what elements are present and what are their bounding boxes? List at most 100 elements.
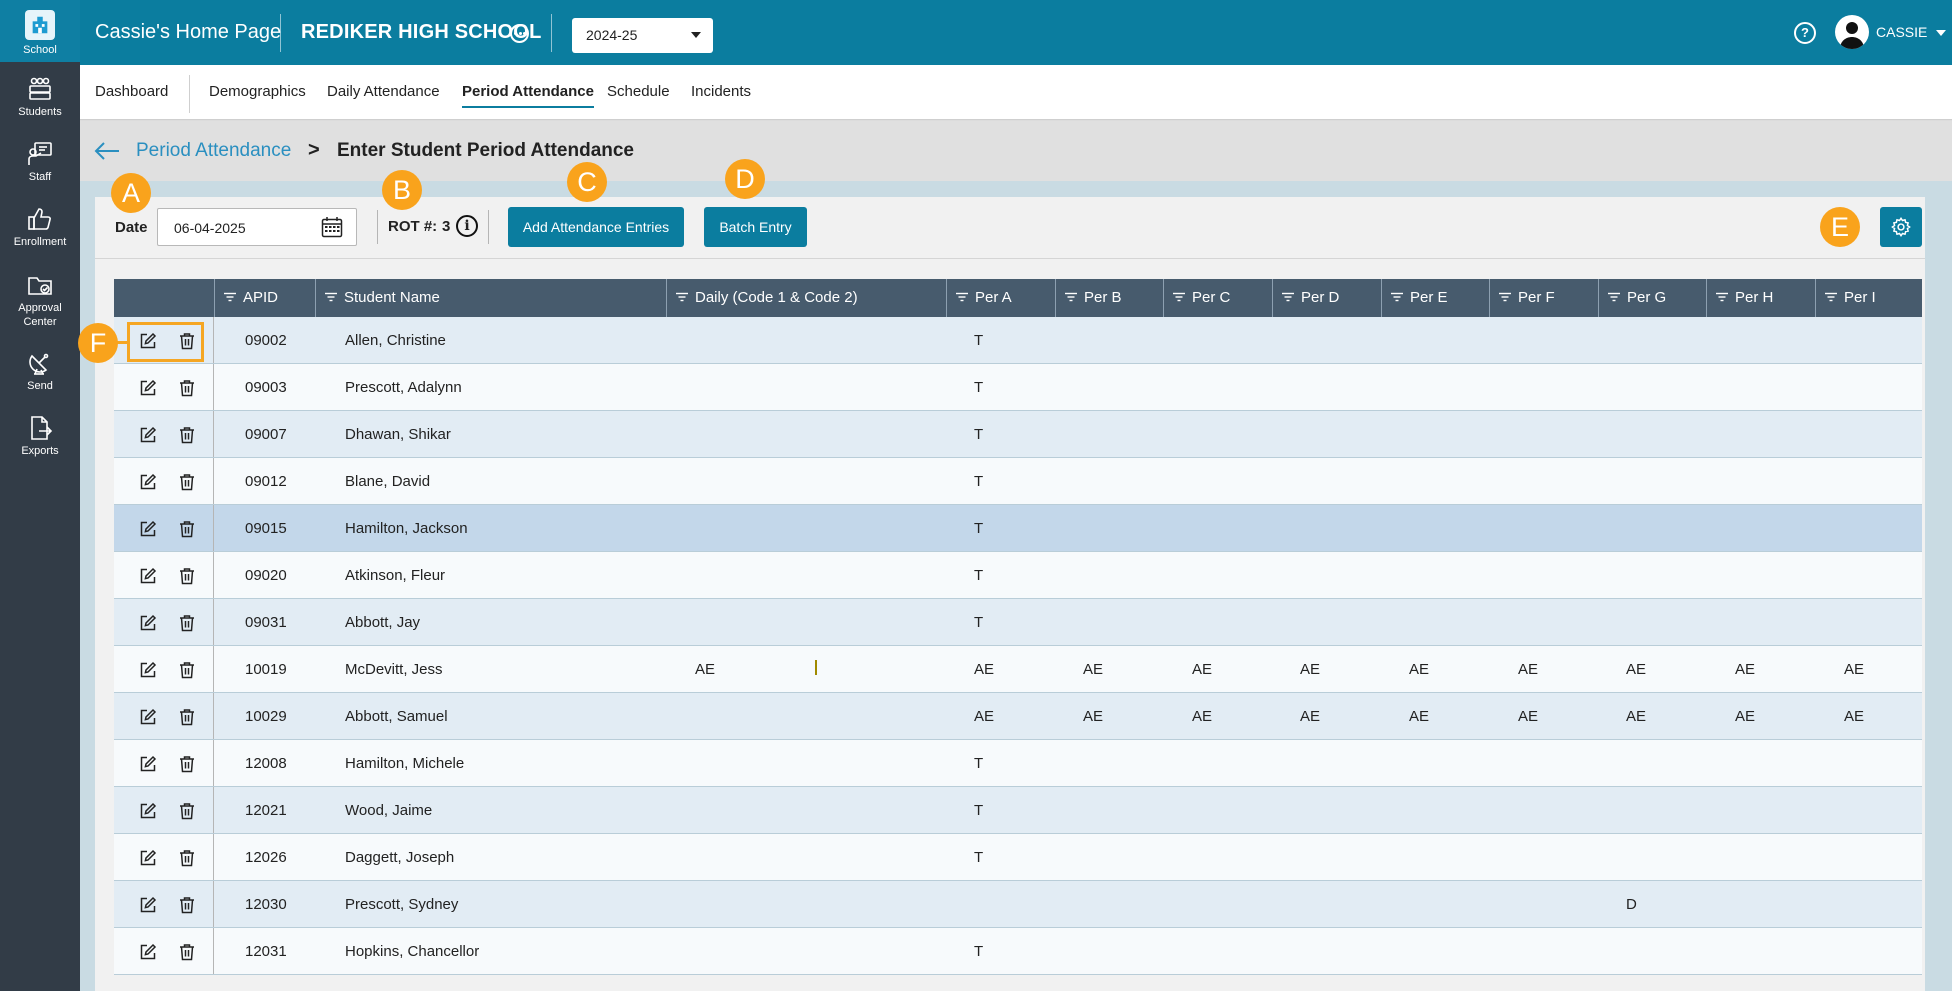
user-name[interactable]: CASSIE	[1876, 24, 1927, 40]
school-year-select[interactable]: 2024-25	[572, 18, 713, 53]
header-apid[interactable]: APID	[214, 279, 315, 317]
school-name[interactable]: REDIKER HIGH SCHOOL	[301, 21, 541, 44]
add-attendance-entries-button[interactable]: Add Attendance Entries	[508, 207, 684, 247]
edit-icon[interactable]	[139, 473, 157, 491]
trash-icon[interactable]	[178, 567, 196, 585]
trash-icon[interactable]	[178, 473, 196, 491]
cell-student-name[interactable]: Prescott, Adalynn	[345, 379, 462, 396]
trash-icon[interactable]	[178, 708, 196, 726]
header-per-i[interactable]: Per I	[1815, 279, 1922, 317]
table-row[interactable]: 12030 Prescott, Sydney D	[114, 881, 1922, 928]
breadcrumb-parent-link[interactable]: Period Attendance	[136, 140, 291, 162]
tab-daily-attendance[interactable]: Daily Attendance	[327, 83, 440, 106]
header-per-h[interactable]: Per H	[1706, 279, 1815, 317]
cell-per-a[interactable]: T	[974, 567, 983, 584]
calendar-icon[interactable]	[321, 216, 343, 238]
table-row[interactable]: 09012 Blane, David T	[114, 458, 1922, 505]
tab-incidents[interactable]: Incidents	[691, 83, 751, 106]
filter-icon[interactable]	[1498, 292, 1512, 302]
more-options-icon[interactable]	[510, 24, 529, 43]
trash-icon[interactable]	[178, 755, 196, 773]
header-per-e[interactable]: Per E	[1381, 279, 1489, 317]
cell-per-h[interactable]: AE	[1735, 661, 1755, 678]
trash-icon[interactable]	[178, 379, 196, 397]
help-icon[interactable]: ?	[1794, 22, 1816, 44]
sidebar-item-school[interactable]: School	[0, 0, 80, 62]
tab-schedule[interactable]: Schedule	[607, 83, 670, 106]
filter-icon[interactable]	[675, 292, 689, 302]
trash-icon[interactable]	[178, 661, 196, 679]
filter-icon[interactable]	[1172, 292, 1186, 302]
batch-entry-button[interactable]: Batch Entry	[704, 207, 807, 247]
cell-per-i[interactable]: AE	[1844, 661, 1864, 678]
cell-per-a[interactable]: T	[974, 473, 983, 490]
sidebar-item-students[interactable]: Students	[0, 76, 80, 138]
trash-icon[interactable]	[178, 614, 196, 632]
edit-icon[interactable]	[139, 755, 157, 773]
sidebar-item-send[interactable]: Send	[0, 350, 80, 412]
cell-per-h[interactable]: AE	[1735, 708, 1755, 725]
info-icon[interactable]: i	[456, 215, 478, 237]
settings-button[interactable]	[1880, 207, 1922, 247]
cell-student-name[interactable]: Prescott, Sydney	[345, 896, 458, 913]
tab-demographics[interactable]: Demographics	[209, 83, 306, 106]
cell-per-a[interactable]: T	[974, 802, 983, 819]
table-row[interactable]: 12021 Wood, Jaime T	[114, 787, 1922, 834]
header-per-a[interactable]: Per A	[946, 279, 1055, 317]
filter-icon[interactable]	[955, 292, 969, 302]
cell-per-a[interactable]: AE	[974, 661, 994, 678]
edit-icon[interactable]	[139, 661, 157, 679]
avatar[interactable]	[1835, 15, 1869, 49]
sidebar-item-exports[interactable]: Exports	[0, 415, 80, 477]
cell-student-name[interactable]: Hopkins, Chancellor	[345, 943, 479, 960]
cell-per-c[interactable]: AE	[1192, 661, 1212, 678]
header-per-f[interactable]: Per F	[1489, 279, 1598, 317]
trash-icon[interactable]	[178, 520, 196, 538]
cell-student-name[interactable]: McDevitt, Jess	[345, 661, 443, 678]
sidebar-item-approval-center[interactable]: Approval Center	[0, 272, 80, 334]
cell-per-i[interactable]: AE	[1844, 708, 1864, 725]
cell-per-a[interactable]: T	[974, 755, 983, 772]
cell-per-b[interactable]: AE	[1083, 708, 1103, 725]
table-row[interactable]: 10029 Abbott, Samuel AE AE AE AE AE AE AE AE AE	[114, 693, 1922, 740]
edit-icon[interactable]	[139, 943, 157, 961]
cell-per-b[interactable]: AE	[1083, 661, 1103, 678]
cell-per-a[interactable]: T	[974, 614, 983, 631]
header-per-b[interactable]: Per B	[1055, 279, 1163, 317]
tab-dashboard[interactable]: Dashboard	[95, 83, 168, 106]
cell-student-name[interactable]: Abbott, Jay	[345, 614, 420, 631]
cell-per-d[interactable]: AE	[1300, 661, 1320, 678]
table-row[interactable]: 12031 Hopkins, Chancellor T	[114, 928, 1922, 975]
table-row[interactable]: 09031 Abbott, Jay T	[114, 599, 1922, 646]
cell-per-f[interactable]: AE	[1518, 661, 1538, 678]
cell-student-name[interactable]: Wood, Jaime	[345, 802, 432, 819]
cell-student-name[interactable]: Daggett, Joseph	[345, 849, 454, 866]
header-daily[interactable]: Daily (Code 1 & Code 2)	[666, 279, 946, 317]
cell-per-e[interactable]: AE	[1409, 661, 1429, 678]
tab-period-attendance[interactable]: Period Attendance	[462, 83, 594, 108]
header-per-g[interactable]: Per G	[1598, 279, 1706, 317]
cell-per-a[interactable]: T	[974, 849, 983, 866]
filter-icon[interactable]	[1824, 292, 1838, 302]
filter-icon[interactable]	[1607, 292, 1621, 302]
filter-icon[interactable]	[1281, 292, 1295, 302]
table-row[interactable]: 12008 Hamilton, Michele T	[114, 740, 1922, 787]
sidebar-item-enrollment[interactable]: Enrollment	[0, 206, 80, 268]
user-menu-chevron-icon[interactable]	[1936, 30, 1946, 36]
edit-icon[interactable]	[139, 708, 157, 726]
cell-per-a[interactable]: AE	[974, 708, 994, 725]
cell-student-name[interactable]: Hamilton, Jackson	[345, 520, 468, 537]
filter-icon[interactable]	[1064, 292, 1078, 302]
cell-per-e[interactable]: AE	[1409, 708, 1429, 725]
cell-per-g[interactable]: D	[1626, 896, 1637, 913]
table-row[interactable]: 09020 Atkinson, Fleur T	[114, 552, 1922, 599]
cell-per-g[interactable]: AE	[1626, 661, 1646, 678]
cell-per-f[interactable]: AE	[1518, 708, 1538, 725]
header-student-name[interactable]: Student Name	[315, 279, 666, 317]
cell-student-name[interactable]: Dhawan, Shikar	[345, 426, 451, 443]
cell-student-name[interactable]: Abbott, Samuel	[345, 708, 448, 725]
edit-icon[interactable]	[139, 614, 157, 632]
table-row[interactable]: 10019 McDevitt, Jess AE AE AE AE AE AE AE AE AE AE	[114, 646, 1922, 693]
trash-icon[interactable]	[178, 896, 196, 914]
filter-icon[interactable]	[1390, 292, 1404, 302]
